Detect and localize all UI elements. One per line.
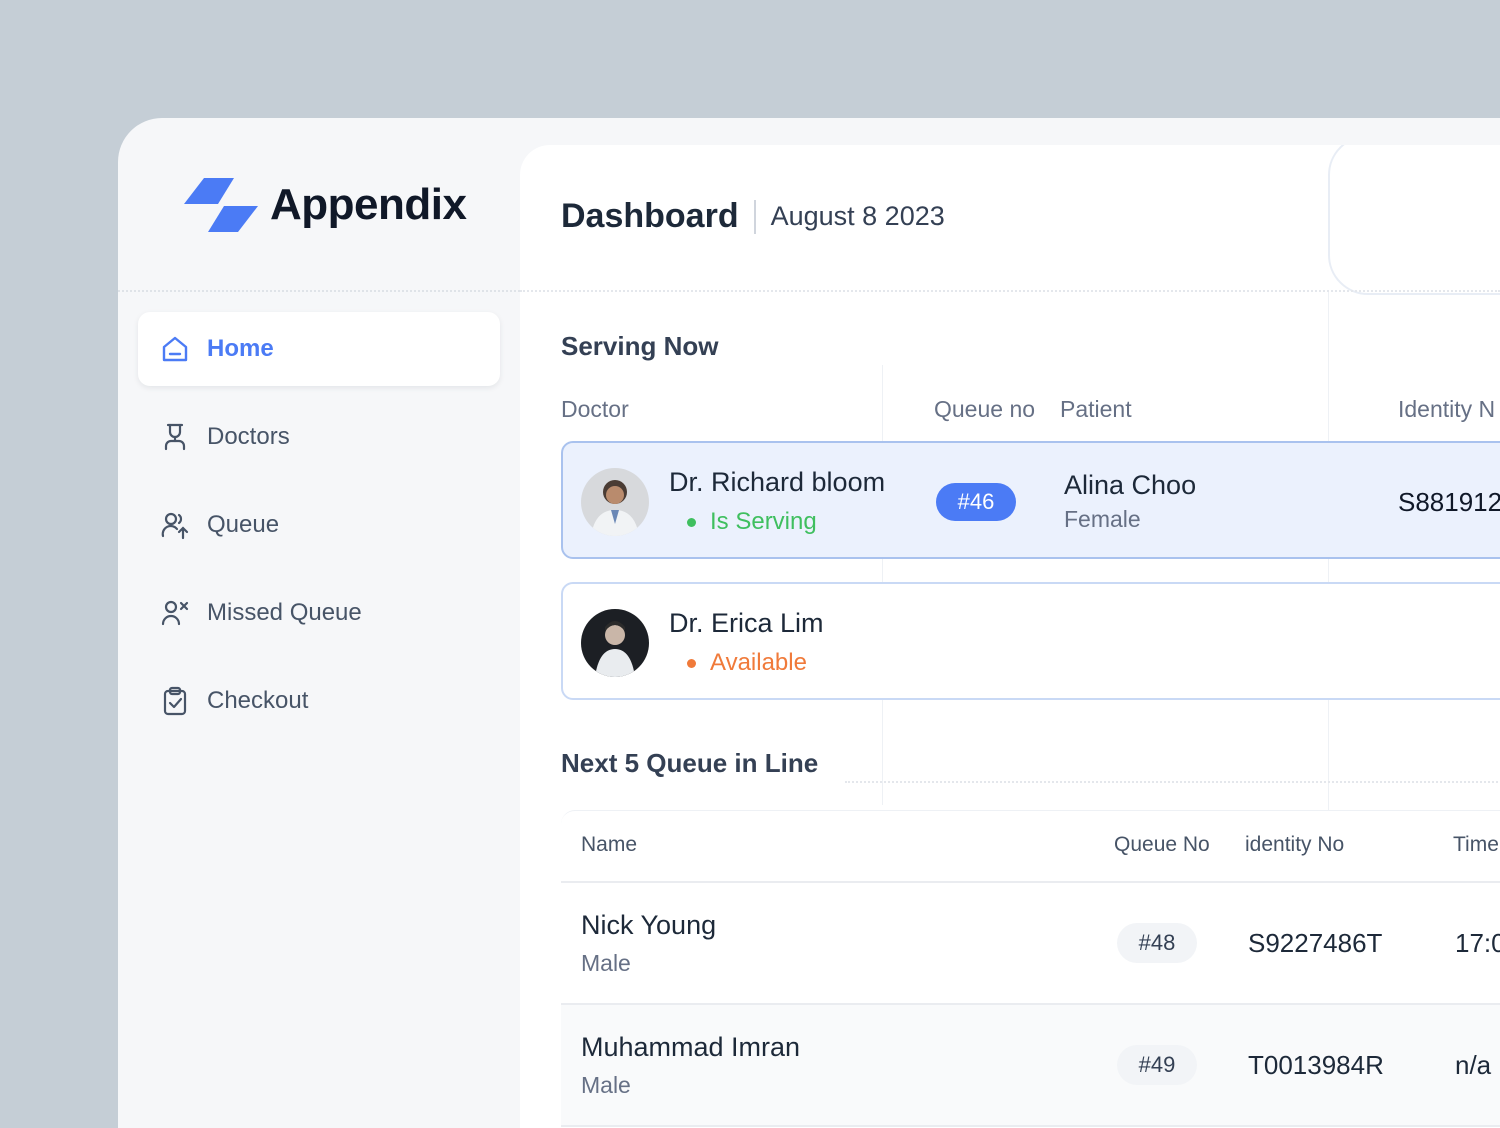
sidebar-item-queue[interactable]: Queue <box>138 488 500 562</box>
column-header-doctor: Doctor <box>561 396 629 422</box>
sidebar-divider <box>118 290 520 292</box>
home-icon <box>160 334 190 364</box>
status-dot <box>687 658 696 668</box>
identity-number: T0013984R <box>1248 1050 1384 1080</box>
sidebar-item-label: Queue <box>207 511 280 538</box>
doctor-name: Dr. Erica Lim <box>669 608 824 638</box>
sidebar-item-checkout[interactable]: Checkout <box>138 664 500 738</box>
queue-number-badge: #48 <box>1117 923 1197 963</box>
app-window: Appendix Home Doctors Queue Missed Queue… <box>118 118 1500 1128</box>
queue-number-badge: #46 <box>936 483 1016 521</box>
header-card <box>1328 145 1500 295</box>
serving-row[interactable]: Dr. Erica Lim Available <box>561 582 1500 700</box>
section-divider <box>845 781 1500 783</box>
queue-icon <box>160 510 190 540</box>
patient-gender: Male <box>581 950 631 976</box>
missed-queue-icon <box>160 598 190 628</box>
status-dot <box>687 517 696 527</box>
identity-number: S881912 <box>1398 487 1500 517</box>
status-label: Available <box>710 649 807 676</box>
app-logo[interactable]: Appendix <box>182 174 467 236</box>
table-row[interactable]: Nick Young Male #48 S9227486T 17:0 <box>561 883 1500 1005</box>
column-header-identity: Identity N <box>1398 396 1496 422</box>
sidebar-item-label: Doctors <box>207 423 290 450</box>
patient-name: Alina Choo <box>1064 470 1197 500</box>
title-separator <box>753 199 756 234</box>
header-divider <box>520 290 1500 292</box>
column-header-time: Time <box>1453 833 1499 856</box>
page-title: Dashboard <box>561 197 739 235</box>
sidebar-item-label: Checkout <box>207 687 309 714</box>
sidebar-item-home[interactable]: Home <box>138 312 500 386</box>
page-date: August 8 2023 <box>770 201 945 231</box>
clipboard-check-icon <box>160 686 190 716</box>
serving-row[interactable]: Dr. Richard bloom Is Serving #46 Alina C… <box>561 441 1500 559</box>
avatar <box>581 468 649 536</box>
column-header-name: Name <box>581 833 638 856</box>
serving-now-title: Serving Now <box>561 331 719 361</box>
patient-name: Muhammad Imran <box>581 1032 801 1062</box>
main-content: Dashboard August 8 2023 Serving Now Doct… <box>520 145 1500 1128</box>
appendix-logo-icon <box>184 178 258 232</box>
doctor-icon <box>160 422 190 452</box>
sidebar-item-label: Home <box>207 335 274 362</box>
table-row[interactable]: Muhammad Imran Male #49 T0013984R n/a <box>561 1005 1500 1127</box>
column-header-identity: identity No <box>1245 833 1345 856</box>
next-queue-title: Next 5 Queue in Line <box>561 748 819 778</box>
patient-gender: Female <box>1064 506 1141 532</box>
queue-time: 17:0 <box>1455 928 1500 958</box>
sidebar-item-missed-queue[interactable]: Missed Queue <box>138 576 500 650</box>
doctor-name: Dr. Richard bloom <box>669 467 886 497</box>
status-label: Is Serving <box>710 508 817 535</box>
doctor-status: Available <box>687 649 807 677</box>
patient-gender: Male <box>581 1072 631 1098</box>
sidebar-nav: Home Doctors Queue Missed Queue Checkout <box>138 312 500 752</box>
column-header-queue-no: Queue no <box>934 396 1036 422</box>
doctor-status: Is Serving <box>687 508 817 536</box>
next-queue-table: Name Queue No identity No Time Nick Youn… <box>561 810 1500 1127</box>
queue-number-badge: #49 <box>1117 1045 1197 1085</box>
column-header-patient: Patient <box>1060 396 1132 422</box>
patient-name: Nick Young <box>581 910 717 940</box>
column-header-queue-no: Queue No <box>1114 833 1210 856</box>
queue-time: n/a <box>1455 1050 1492 1080</box>
avatar <box>581 609 649 677</box>
table-header: Name Queue No identity No Time <box>561 810 1500 883</box>
identity-number: S9227486T <box>1248 928 1383 958</box>
sidebar-item-label: Missed Queue <box>207 599 362 626</box>
page-header: Dashboard August 8 2023 <box>561 197 945 236</box>
app-name: Appendix <box>270 180 467 229</box>
sidebar-item-doctors[interactable]: Doctors <box>138 400 500 474</box>
